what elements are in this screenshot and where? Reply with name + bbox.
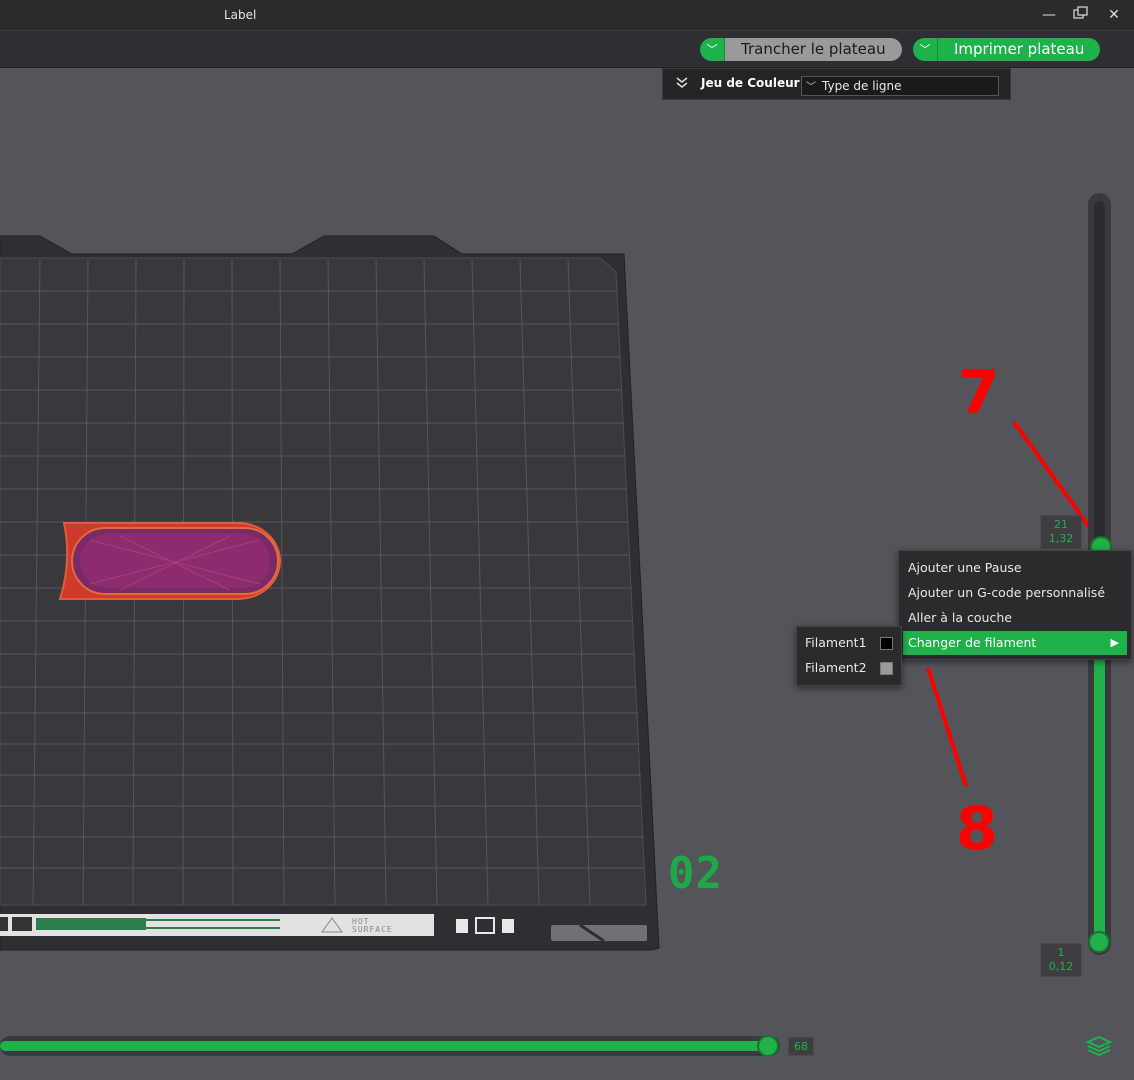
filament2-color-swatch [880,662,893,675]
layers-icon[interactable] [1086,1035,1112,1057]
top-layer-number: 21 [1054,518,1068,531]
layer-slider-fill [1094,653,1105,943]
bottom-layer-height: 0,12 [1048,960,1074,973]
submenu-arrow-icon: ▶ [1110,636,1119,649]
bottom-layer-number: 1 [1057,946,1065,959]
layer-context-menu: Ajouter une Pause Ajouter un G-code pers… [898,550,1132,660]
move-slider-fill [0,1041,770,1051]
menu-change-filament-label: Changer de filament [908,635,1037,650]
build-plate-view[interactable]: HOT SURFACE [0,0,1134,1080]
menu-add-custom-gcode[interactable]: Ajouter un G-code personnalisé [903,581,1127,605]
print-model[interactable] [58,522,281,600]
hot-surface-label-2: SURFACE [352,925,393,934]
submenu-filament1[interactable]: Filament1 [797,631,901,655]
plate-number: 02 [668,848,723,899]
move-slider-value: 68 [788,1037,814,1056]
move-slider-handle[interactable] [757,1035,779,1057]
filament-submenu: Filament1 Filament2 [796,626,902,686]
annotation-number-8: 8 [956,794,998,864]
top-layer-label: 21 1,32 [1040,515,1082,549]
annotation-number-7: 7 [958,358,1000,428]
top-layer-height: 1,32 [1048,532,1074,545]
submenu-filament2-label: Filament2 [805,660,867,675]
move-slider[interactable] [0,1036,780,1056]
annotation-arrow-8 [926,667,968,787]
menu-change-filament[interactable]: Changer de filament ▶ [903,631,1127,655]
submenu-filament1-label: Filament1 [805,635,867,650]
layer-slider-bottom-handle[interactable] [1088,931,1110,953]
menu-add-pause[interactable]: Ajouter une Pause [903,556,1127,580]
menu-go-to-layer[interactable]: Aller à la couche [903,606,1127,630]
submenu-filament2[interactable]: Filament2 [797,656,901,680]
filament1-color-swatch [880,637,893,650]
bottom-layer-label: 1 0,12 [1040,943,1082,977]
